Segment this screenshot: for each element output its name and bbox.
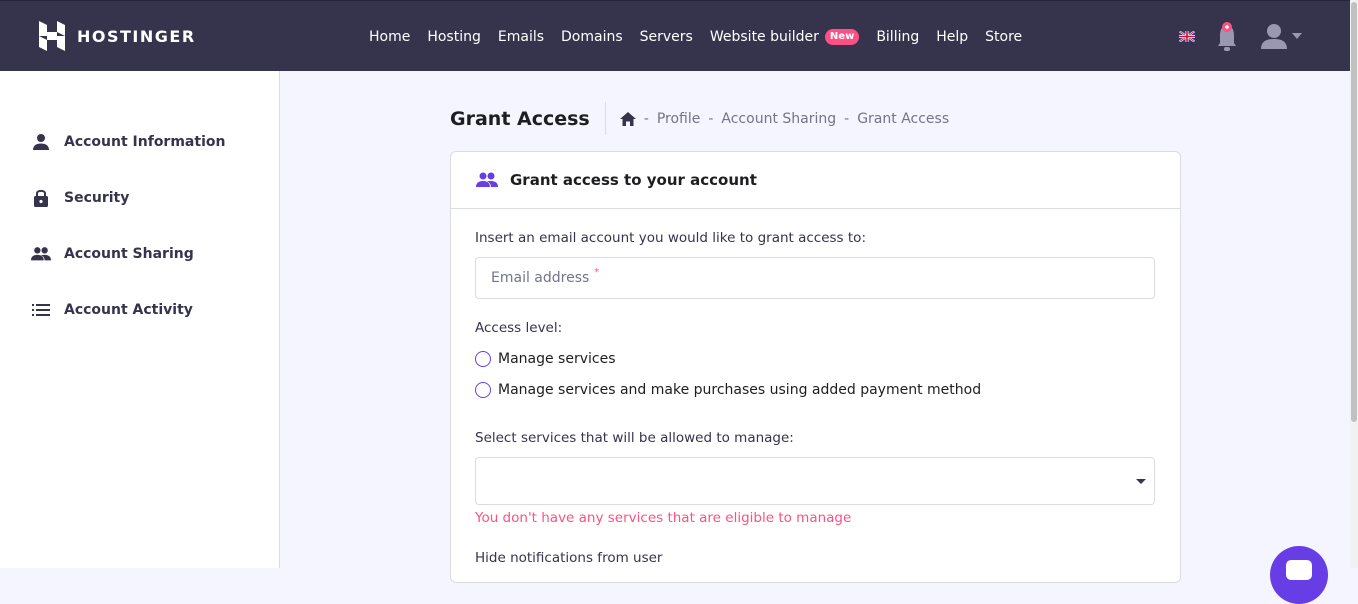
card-title: Grant access to your account: [510, 171, 757, 189]
hide-notifications-label: Hide notifications from user: [475, 550, 663, 566]
email-prompt-label: Insert an email account you would like t…: [475, 230, 866, 246]
people-icon: [31, 244, 51, 264]
breadcrumb-separator: -: [844, 110, 850, 127]
nav-domains[interactable]: Domains: [561, 29, 623, 45]
sidebar: Account Information Security Account Sha…: [0, 71, 280, 568]
radio-button[interactable]: [475, 351, 491, 367]
brand-name: HOSTINGER: [77, 26, 196, 46]
sidebar-item-security[interactable]: Security: [31, 188, 129, 208]
nav-servers[interactable]: Servers: [640, 29, 693, 45]
lock-icon: [31, 188, 51, 208]
services-select[interactable]: [475, 457, 1155, 505]
required-mark: *: [594, 266, 600, 278]
hostinger-logo[interactable]: HOSTINGER: [39, 20, 196, 52]
dropdown-caret-icon: [1136, 479, 1146, 484]
people-icon: [476, 172, 498, 187]
sidebar-item-account-information[interactable]: Account Information: [31, 132, 225, 152]
sidebar-item-label: Account Information: [64, 134, 226, 150]
user-menu[interactable]: [1260, 23, 1302, 49]
sidebar-item-account-sharing[interactable]: Account Sharing: [31, 244, 194, 264]
access-level-label: Access level:: [475, 320, 563, 336]
sidebar-item-label: Account Activity: [64, 302, 193, 318]
sidebar-item-label: Security: [64, 190, 130, 206]
nav-hosting[interactable]: Hosting: [427, 29, 481, 45]
hostinger-logo-icon: [39, 21, 65, 51]
radio-manage-services[interactable]: Manage services: [475, 351, 616, 367]
nav-home[interactable]: Home: [369, 29, 410, 45]
nav-website-builder[interactable]: Website builder New: [709, 28, 860, 45]
notification-bell-icon[interactable]: [1215, 21, 1239, 53]
nav-website-builder-label: Website builder: [709, 28, 819, 45]
uk-flag-icon[interactable]: [1179, 31, 1195, 42]
chat-button[interactable]: [1270, 546, 1328, 604]
breadcrumb-separator: -: [708, 110, 714, 127]
breadcrumb-account-sharing[interactable]: Account Sharing: [721, 111, 836, 127]
breadcrumb-grant-access: Grant Access: [857, 110, 950, 127]
email-field[interactable]: Email address *: [475, 257, 1155, 299]
scrollbar-thumb[interactable]: [1351, 2, 1357, 422]
chevron-down-icon: [1292, 33, 1302, 39]
sidebar-item-label: Account Sharing: [64, 246, 194, 262]
page-title: Grant Access: [450, 107, 590, 130]
person-icon: [31, 132, 51, 152]
radio-label: Manage services and make purchases using…: [498, 382, 982, 398]
nav-store[interactable]: Store: [985, 29, 1022, 45]
header-divider: [604, 102, 606, 135]
breadcrumb-profile[interactable]: Profile: [657, 111, 701, 127]
sidebar-item-account-activity[interactable]: Account Activity: [31, 300, 193, 320]
nav-help[interactable]: Help: [936, 29, 968, 45]
services-error-message: You don't have any services that are eli…: [475, 510, 852, 526]
list-icon: [31, 300, 51, 320]
card-header: Grant access to your account: [451, 152, 1180, 209]
radio-button[interactable]: [475, 382, 491, 398]
main-nav: Home Hosting Emails Domains Servers Webs…: [369, 1, 1039, 72]
chat-icon: [1286, 560, 1312, 580]
services-label: Select services that will be allowed to …: [475, 430, 794, 446]
radio-manage-and-purchase[interactable]: Manage services and make purchases using…: [475, 382, 981, 398]
user-avatar-icon: [1261, 24, 1287, 49]
top-navbar: HOSTINGER Home Hosting Emails Domains Se…: [0, 0, 1350, 71]
nav-emails[interactable]: Emails: [498, 29, 544, 45]
email-placeholder: Email address: [491, 270, 590, 286]
home-icon[interactable]: [619, 111, 636, 126]
new-badge: New: [824, 28, 860, 45]
breadcrumb: - Profile - Account Sharing - Grant Acce…: [619, 110, 950, 127]
grant-access-card: Grant access to your account Insert an e…: [450, 151, 1181, 583]
breadcrumb-separator: -: [643, 110, 649, 127]
nav-billing[interactable]: Billing: [876, 29, 919, 45]
page-header: Grant Access - Profile - Account Sharing…: [450, 102, 949, 135]
radio-label: Manage services: [498, 351, 616, 367]
